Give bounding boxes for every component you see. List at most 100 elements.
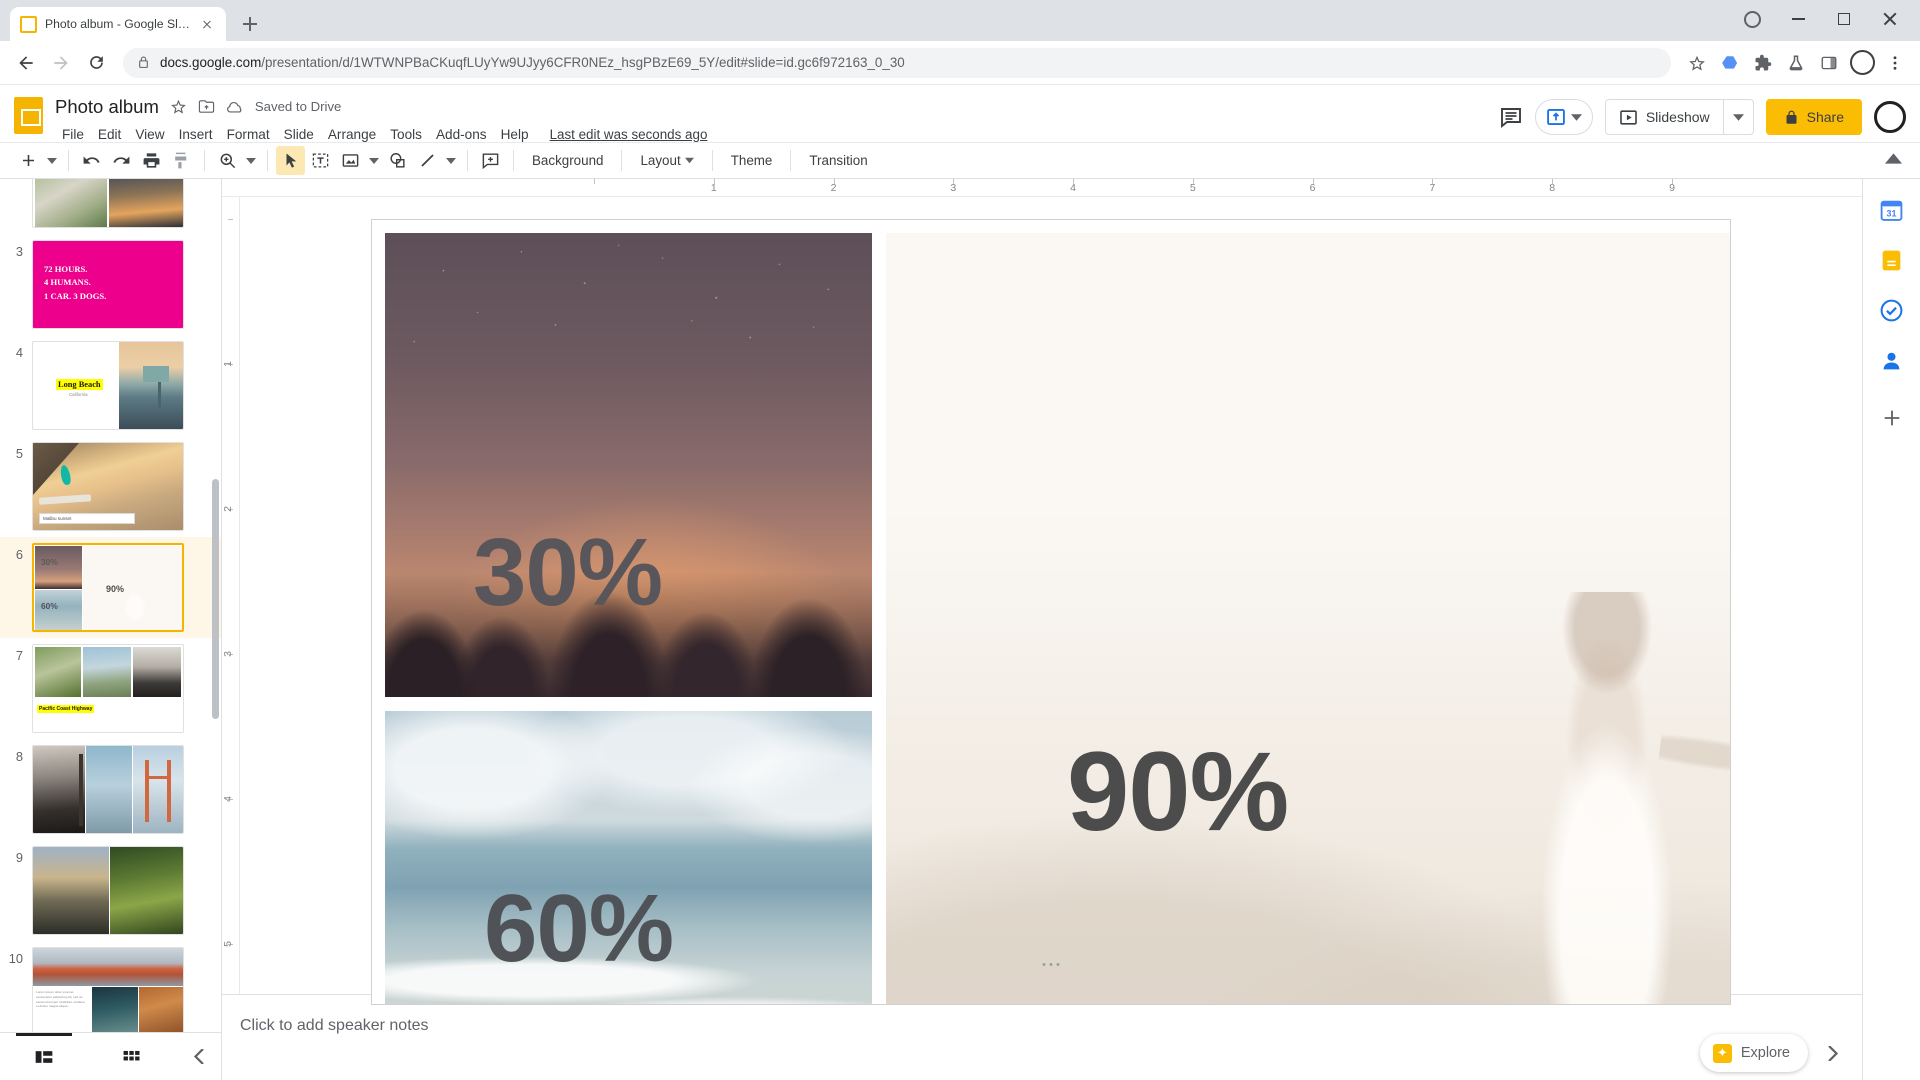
list-item[interactable]: 7 Pacific Coast Highway	[0, 638, 221, 739]
collapse-filmstrip-icon[interactable]	[175, 1049, 221, 1064]
zoom-button[interactable]	[213, 146, 242, 175]
comment-history-icon[interactable]	[1499, 105, 1523, 129]
paint-format-button[interactable]	[167, 146, 196, 175]
new-slide-dropdown[interactable]	[44, 146, 60, 175]
list-item[interactable]: 3 72 HOURS. 4 HUMANS. 1 CAR. 3 DOGS.	[0, 234, 221, 335]
list-item[interactable]: 9	[0, 840, 221, 941]
desert-woman-photo[interactable]	[886, 233, 1730, 1004]
slide-thumbnail[interactable]: Malibu sunset	[32, 442, 184, 531]
slides-favicon	[20, 15, 37, 33]
slide-thumbnail[interactable]: Pacific Coast Highway	[32, 644, 184, 733]
speaker-notes-panel[interactable]: Click to add speaker notes	[222, 994, 1862, 1080]
layout-button[interactable]: Layout	[630, 146, 703, 175]
slide-thumbnail[interactable]	[32, 179, 184, 228]
google-keep-icon[interactable]	[1877, 245, 1907, 275]
slideshow-button[interactable]: Slideshow	[1604, 99, 1754, 135]
print-button[interactable]	[137, 146, 166, 175]
shape-button[interactable]	[383, 146, 412, 175]
google-calendar-icon[interactable]: 31	[1877, 195, 1907, 225]
reload-icon[interactable]	[80, 47, 112, 79]
slide-thumbnail[interactable]	[32, 745, 184, 834]
chrome-profile-icon[interactable]	[1847, 48, 1877, 78]
slide-thumbnail[interactable]	[32, 846, 184, 935]
current-slide[interactable]: 30% 60% 90%	[371, 219, 1731, 1005]
thumb-percent: 60%	[41, 601, 58, 611]
browser-tab[interactable]: Photo album - Google Slides	[10, 7, 226, 41]
theme-button[interactable]: Theme	[721, 146, 783, 175]
insert-image-button[interactable]	[336, 146, 365, 175]
google-contacts-icon[interactable]	[1877, 345, 1907, 375]
zoom-dropdown[interactable]	[243, 146, 259, 175]
line-dropdown[interactable]	[443, 146, 459, 175]
explore-button[interactable]: Explore	[1699, 1034, 1808, 1072]
slide-thumbnail[interactable]: 72 HOURS. 4 HUMANS. 1 CAR. 3 DOGS.	[32, 240, 184, 329]
list-item[interactable]: 8	[0, 739, 221, 840]
add-comment-button[interactable]	[476, 146, 505, 175]
slides-doc-icon[interactable]	[14, 97, 43, 134]
percent-label-60[interactable]: 60%	[484, 881, 674, 977]
extensions-icon[interactable]	[1730, 4, 1774, 34]
redo-button[interactable]	[107, 146, 136, 175]
percent-label-90[interactable]: 90%	[1067, 736, 1289, 848]
filmstrip-view-icon[interactable]	[0, 1033, 88, 1080]
last-edit-link[interactable]: Last edit was seconds ago	[550, 127, 708, 142]
background-button[interactable]: Background	[522, 146, 613, 175]
thumb-line: 4 HUMANS.	[44, 277, 91, 288]
divider	[513, 150, 514, 171]
minimize-icon[interactable]	[1776, 4, 1820, 34]
slide-number: 8	[15, 749, 23, 764]
address-bar[interactable]: docs.google.com/presentation/d/1WTWNPBaC…	[123, 47, 1671, 78]
slide-thumbnail[interactable]: Long Beach California	[32, 341, 184, 430]
slideshow-dropdown[interactable]	[1722, 100, 1753, 134]
google-drive-icon[interactable]	[1715, 48, 1745, 78]
list-item[interactable]: 5 Malibu sunset	[0, 436, 221, 537]
transition-button[interactable]: Transition	[799, 146, 877, 175]
bookmark-star-icon[interactable]	[1682, 48, 1712, 78]
flask-icon[interactable]	[1781, 48, 1811, 78]
back-icon[interactable]	[10, 47, 42, 79]
grid-view-icon[interactable]	[88, 1033, 176, 1080]
insert-image-dropdown[interactable]	[366, 146, 382, 175]
percent-label-30[interactable]: 30%	[473, 525, 663, 621]
close-icon[interactable]	[1868, 4, 1912, 34]
extension-puzzle-icon[interactable]	[1748, 48, 1778, 78]
avatar[interactable]	[1874, 101, 1906, 133]
thumb-line: 72 HOURS.	[44, 264, 88, 274]
list-item[interactable]: 2	[0, 179, 221, 234]
move-to-folder-icon[interactable]	[198, 98, 215, 115]
page-title[interactable]: Photo album	[55, 96, 159, 118]
maximize-icon[interactable]	[1822, 4, 1866, 34]
filmstrip-scrollbar[interactable]	[212, 479, 219, 719]
night-sky-palms-photo[interactable]	[385, 233, 872, 697]
close-icon[interactable]	[198, 15, 216, 33]
new-tab-button[interactable]	[236, 10, 264, 38]
list-item[interactable]: 6 30% 90% 60%	[0, 537, 221, 638]
slide-thumbnail[interactable]: 30% 90% 60%	[32, 543, 184, 632]
save-status-text: Saved to Drive	[254, 99, 342, 114]
undo-button[interactable]	[77, 146, 106, 175]
chevron-down-icon	[369, 157, 379, 164]
slideshow-label: Slideshow	[1645, 109, 1710, 125]
new-slide-button[interactable]	[14, 146, 43, 175]
text-box-button[interactable]	[306, 146, 335, 175]
present-to-meeting-button[interactable]	[1534, 99, 1593, 135]
share-button[interactable]: Share	[1765, 99, 1862, 135]
browser-tab-strip: Photo album - Google Slides	[0, 0, 1920, 41]
collapse-toolbar-icon[interactable]	[1885, 150, 1902, 172]
window-controls	[1730, 4, 1912, 34]
star-icon[interactable]	[170, 98, 187, 115]
list-item[interactable]: 4 Long Beach California	[0, 335, 221, 436]
slide-thumbnail[interactable]: Lorem ipsum dolor sit amet, consectetur …	[32, 947, 184, 1032]
select-tool-button[interactable]	[276, 146, 305, 175]
sidepanel-icon[interactable]	[1814, 48, 1844, 78]
next-arrow-icon[interactable]	[1818, 1038, 1848, 1068]
filmstrip-scroll[interactable]: 2 3 72 HOURS. 4 HUMANS. 1 CAR. 3 DOGS.	[0, 179, 221, 1032]
list-item[interactable]: 10 Lorem ipsum dolor sit amet, consectet…	[0, 941, 221, 1032]
forward-icon[interactable]	[45, 47, 77, 79]
chrome-menu-icon[interactable]	[1880, 48, 1910, 78]
slide-canvas-area[interactable]: 30% 60% 90%	[240, 197, 1862, 1005]
ruler-label: 5	[222, 941, 234, 947]
add-addon-icon[interactable]	[1877, 403, 1907, 433]
google-tasks-icon[interactable]	[1877, 295, 1907, 325]
line-button[interactable]	[413, 146, 442, 175]
